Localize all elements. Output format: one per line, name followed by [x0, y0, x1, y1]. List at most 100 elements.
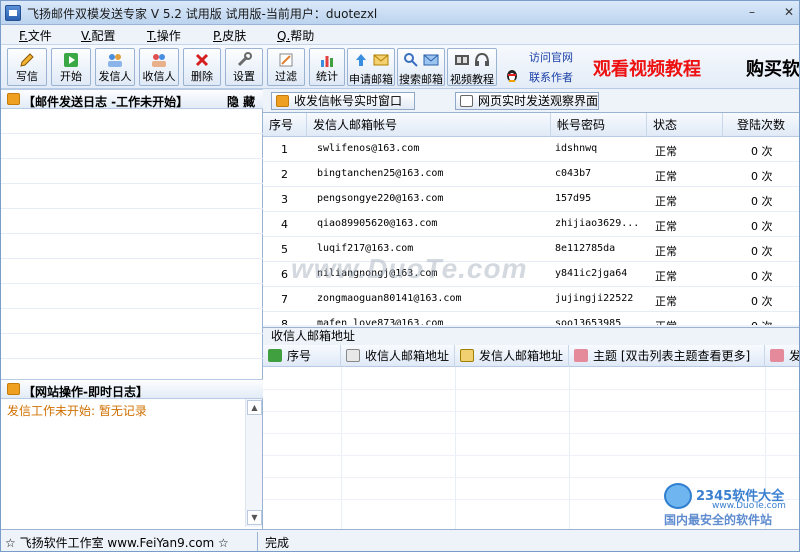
table-cell: 正常 [655, 318, 715, 325]
column-header[interactable]: 主题 [双击列表主题查看更多] [569, 345, 765, 367]
column-header[interactable]: 序号 [263, 345, 341, 367]
table-cell: 正常 [655, 245, 677, 258]
table-cell: 8e112785da [555, 243, 616, 254]
start-button[interactable]: 开始 [51, 48, 91, 86]
speaker-icon [7, 383, 20, 395]
table-row[interactable]: 8 mafen_love873@163.com soo13653985 正常 0 次 [263, 312, 799, 325]
visit-site-link[interactable]: 访问官网 [529, 49, 573, 65]
table-row[interactable]: 4 qiao89905620@163.com zhijiao3629... 正常 0 次 [263, 212, 799, 237]
table-cell: 0 次 [751, 220, 773, 233]
download-icon [268, 349, 282, 362]
menu-help[interactable]: Q.帮助 [277, 27, 314, 44]
filter-icon [279, 53, 293, 67]
pencil-icon [20, 53, 34, 67]
menu-skin[interactable]: P.皮肤 [213, 27, 246, 44]
status-bar: ☆ 飞扬软件工作室 www.FeiYan9.com ☆ 完成 [1, 529, 799, 551]
table-cell: 正常 [655, 220, 677, 233]
scroll-up-icon[interactable]: ▲ [247, 400, 262, 415]
send-log-header: 【邮件发送日志 -工作未开始】 隐 藏 [1, 89, 263, 109]
table-cell: 0 次 [751, 270, 773, 283]
people-icon [152, 54, 166, 67]
hide-button[interactable]: 隐 藏 [227, 93, 255, 110]
contact-author-link[interactable]: 联系作者 [529, 69, 573, 85]
tab-sender-window[interactable]: 收发信帐号实时窗口 [271, 92, 415, 110]
table-row[interactable]: 3 pengsongye220@163.com 157d95 正常 0 次 [263, 187, 799, 212]
tab-web-observe[interactable]: 网页实时发送观察界面 [455, 92, 599, 110]
table-cell: 0 次 [751, 195, 773, 208]
column-header[interactable]: 帐号密码 [551, 113, 647, 137]
table-cell: zhijiao3629... [555, 218, 640, 229]
table-cell: 8 [281, 318, 288, 325]
mascot-icon [664, 483, 692, 509]
close-button[interactable]: ✕ [779, 4, 799, 21]
site-log-scrollbar[interactable]: ▲ ▼ [245, 399, 262, 527]
logo-url: www.DuoTe.com [712, 501, 786, 511]
envelope-icon [346, 349, 360, 362]
table-cell: 4 [281, 218, 288, 231]
column-header[interactable]: 发 [765, 345, 799, 367]
user-icon [574, 349, 588, 362]
table-cell: swlifenos@163.com [317, 143, 420, 154]
tab-bar: 收发信帐号实时窗口 网页实时发送观察界面 [263, 89, 799, 113]
delete-icon [195, 53, 209, 67]
scroll-down-icon[interactable]: ▼ [247, 510, 262, 525]
table-cell: soo13653985 [555, 318, 622, 325]
table-cell: 0 次 [751, 170, 773, 183]
logo-tagline: 国内最安全的软件站 [664, 513, 773, 527]
menu-bar: F.文件 V.配置 T.操作 P.皮肤 Q.帮助 [1, 25, 799, 45]
table-cell: idshnwq [555, 143, 598, 154]
stats-button[interactable]: 统计 [309, 48, 345, 86]
table-cell: mafen_love873@163.com [317, 318, 444, 325]
recipient-button[interactable]: 收信人 [139, 48, 179, 86]
table-cell: 正常 [655, 145, 677, 158]
column-header[interactable]: 状态 [647, 113, 723, 137]
table-cell: 3 [281, 193, 288, 206]
table-cell: 0 次 [751, 245, 773, 258]
column-header[interactable]: 发信人邮箱地址 [455, 345, 569, 367]
speaker-icon [276, 95, 289, 107]
table-cell: 7 [281, 293, 288, 306]
envelope-icon [373, 54, 389, 66]
table-row[interactable]: 2 bingtanchen25@163.com c043b7 正常 0 次 [263, 162, 799, 187]
search-icon [404, 53, 418, 67]
write-button[interactable]: 写信 [7, 48, 47, 86]
menu-file[interactable]: F.文件 [19, 27, 52, 44]
menu-config[interactable]: V.配置 [81, 27, 116, 44]
filter-button[interactable]: 过滤 [267, 48, 305, 86]
send-log-list[interactable] [1, 109, 263, 384]
watch-video-link[interactable]: 观看视频教程 [593, 55, 701, 81]
upload-icon [356, 54, 366, 66]
user-icon [770, 349, 784, 362]
table-row[interactable]: 1 swlifenos@163.com idshnwq 正常 0 次 [263, 137, 799, 162]
column-header[interactable]: 序号 [263, 113, 307, 137]
delete-button[interactable]: 删除 [183, 48, 221, 86]
column-header[interactable]: 登陆次数 [723, 113, 799, 137]
site-log-body[interactable]: 发信工作未开始: 暂无记录 [1, 399, 245, 527]
video-tutorial-button[interactable]: 视频教程 [447, 48, 497, 86]
play-icon [64, 53, 78, 67]
menu-operate[interactable]: T.操作 [147, 27, 181, 44]
sender-button[interactable]: 发信人 [95, 48, 135, 86]
table-header: 序号 收信人邮箱地址 发信人邮箱地址 主题 [双击列表主题查看更多] 发 [263, 345, 799, 367]
table-cell: 1 [281, 143, 288, 156]
apply-mailbox-button[interactable]: 申请邮箱 [347, 48, 395, 86]
watermark: www.DuoTe.com [291, 253, 528, 284]
recipient-section-label: 收信人邮箱地址 [263, 327, 799, 345]
app-icon [5, 5, 21, 21]
settings-button[interactable]: 设置 [225, 48, 263, 86]
column-header[interactable]: 收信人邮箱地址 [341, 345, 455, 367]
search-mailbox-button[interactable]: 搜索邮箱 [397, 48, 445, 86]
table-row[interactable]: 7 zongmaoguan80141@163.com jujingji22522 正常… [263, 287, 799, 312]
send-log-title: 【邮件发送日志 -工作未开始】 [23, 95, 189, 109]
envelope-icon [423, 54, 439, 66]
sender-accounts-table[interactable]: 序号 发信人邮箱帐号 帐号密码 状态 登陆次数 1 swlifenos@163.c… [263, 113, 799, 325]
minimize-button[interactable]: – [741, 4, 763, 21]
speaker-icon [7, 93, 20, 105]
column-header[interactable]: 发信人邮箱帐号 [307, 113, 551, 137]
table-cell: 157d95 [555, 193, 592, 204]
buy-software-link[interactable]: 购买软件 [746, 55, 799, 81]
table-cell: 正常 [655, 270, 677, 283]
table-cell: y841ic2jga64 [555, 268, 628, 279]
table-cell: 正常 [655, 295, 677, 308]
site-logo: 2345软件大全 www.DuoTe.com 国内最安全的软件站 [656, 481, 796, 529]
